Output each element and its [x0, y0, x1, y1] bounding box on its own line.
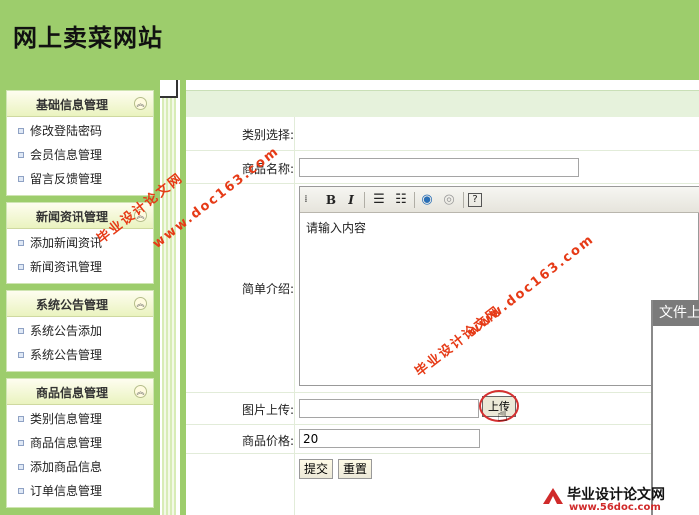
editor-content[interactable]: 请输入内容: [306, 219, 366, 236]
bullet-icon: [18, 240, 24, 246]
sidebar-item-label: 留言反馈管理: [30, 172, 103, 186]
sidebar-item-label: 商品信息管理: [30, 436, 103, 450]
frame-divider-pattern: [162, 96, 176, 515]
sidebar-item-label: 添加商品信息: [30, 460, 103, 474]
sidebar-item-label: 修改登陆密码: [30, 124, 103, 138]
sidebar-item-label: 系统公告添加: [30, 324, 103, 338]
bullet-icon: [18, 264, 24, 270]
unordered-list-icon[interactable]: ☷: [392, 191, 410, 209]
menu-group-header[interactable]: 商品信息管理 ︽: [7, 379, 153, 405]
sidebar-item-add-goods[interactable]: 添加商品信息: [7, 455, 153, 479]
footer-logo: 毕业设计论文网 www.56doc.com: [537, 480, 699, 515]
sidebar-item-members[interactable]: 会员信息管理: [7, 143, 153, 167]
menu-group-title: 基础信息管理: [35, 98, 108, 112]
bullet-icon: [18, 328, 24, 334]
bullet-icon: [18, 488, 24, 494]
file-panel-title: 文件上: [653, 300, 699, 326]
help-icon[interactable]: ?: [468, 193, 482, 207]
sidebar-item-label: 订单信息管理: [30, 484, 103, 498]
sidebar-item-add-news[interactable]: 添加新闻资讯: [7, 231, 153, 255]
menu-group-goods: 商品信息管理 ︽ 类别信息管理 商品信息管理 添加商品信息 订单信息管理: [6, 378, 154, 508]
sidebar-item-label: 会员信息管理: [30, 148, 103, 162]
bullet-icon: [18, 152, 24, 158]
sidebar-item-add-notice[interactable]: 系统公告添加: [7, 319, 153, 343]
form-row-image: 图片上传:: [186, 393, 699, 425]
bullet-icon: [18, 128, 24, 134]
footer-logo-text: 毕业设计论文网: [567, 487, 665, 503]
sidebar-item-label: 类别信息管理: [30, 412, 103, 426]
intro-label: 简单介绍:: [241, 282, 294, 296]
sidebar-item-label: 系统公告管理: [30, 348, 103, 362]
ordered-list-icon[interactable]: ☰: [370, 191, 388, 209]
form-row-price: 商品价格:: [186, 425, 699, 454]
submit-button[interactable]: 提交: [299, 459, 333, 479]
menu-group-title: 商品信息管理: [35, 386, 108, 400]
price-label: 商品价格:: [241, 434, 294, 448]
link-icon[interactable]: ◉: [418, 191, 436, 209]
menu-group-header[interactable]: 基础信息管理 ︽: [7, 91, 153, 117]
hand-cursor-icon: ☝: [497, 405, 508, 426]
price-input[interactable]: [299, 429, 480, 448]
image-path-input[interactable]: [299, 399, 479, 418]
sidebar-item-categories[interactable]: 类别信息管理: [7, 407, 153, 431]
toolbar-grip-icon: ⁞: [304, 194, 308, 205]
reset-button[interactable]: 重置: [338, 459, 372, 479]
logo-mark-icon: [543, 488, 563, 504]
bullet-icon: [18, 352, 24, 358]
sidebar-item-label: 添加新闻资讯: [30, 236, 103, 250]
category-label: 类别选择:: [241, 128, 294, 142]
menu-group-header[interactable]: 系统公告管理 ︽: [7, 291, 153, 317]
sidebar-item-goods[interactable]: 商品信息管理: [7, 431, 153, 455]
site-title: 网上卖菜网站: [13, 23, 163, 52]
footer-logo-url: www.56doc.com: [569, 502, 661, 513]
sidebar-item-manage-notice[interactable]: 系统公告管理: [7, 343, 153, 367]
italic-icon[interactable]: I: [342, 191, 360, 209]
toolbar-separator: [463, 192, 464, 208]
bullet-icon: [18, 176, 24, 182]
sidebar-item-feedback[interactable]: 留言反馈管理: [7, 167, 153, 191]
editor-toolbar: ⁞ B I ☰ ☷ ◉ ◎ ?: [300, 187, 699, 213]
form-row-category: 类别选择:: [186, 117, 699, 151]
collapse-icon[interactable]: ︽: [134, 297, 147, 310]
content-header-bar: [186, 90, 699, 117]
image-label: 图片上传:: [241, 403, 294, 417]
sidebar: 基础信息管理 ︽ 修改登陆密码 会员信息管理 留言反馈管理 新闻资讯管理 ︽ 添…: [0, 80, 160, 515]
sidebar-item-change-password[interactable]: 修改登陆密码: [7, 119, 153, 143]
sidebar-item-manage-news[interactable]: 新闻资讯管理: [7, 255, 153, 279]
unlink-icon[interactable]: ◎: [440, 191, 458, 209]
header-bar: 网上卖菜网站: [0, 0, 699, 80]
bold-icon[interactable]: B: [322, 191, 340, 209]
sidebar-item-label: 新闻资讯管理: [30, 260, 103, 274]
bullet-icon: [18, 464, 24, 470]
bullet-icon: [18, 416, 24, 422]
menu-group-basic: 基础信息管理 ︽ 修改登陆密码 会员信息管理 留言反馈管理: [6, 90, 154, 196]
menu-group-title: 系统公告管理: [35, 298, 108, 312]
frame-corner: [160, 80, 178, 98]
main-content: 类别选择: 商品名称: 简单介绍: ⁞ B I ☰ ☷ ◉ ◎ ? 请输入内容 …: [186, 80, 699, 515]
rich-text-editor[interactable]: ⁞ B I ☰ ☷ ◉ ◎ ? 请输入内容: [299, 186, 699, 386]
collapse-icon[interactable]: ︽: [134, 385, 147, 398]
toolbar-separator: [364, 192, 365, 208]
bullet-icon: [18, 440, 24, 446]
toolbar-separator: [414, 192, 415, 208]
menu-group-notice: 系统公告管理 ︽ 系统公告添加 系统公告管理: [6, 290, 154, 372]
sidebar-item-orders[interactable]: 订单信息管理: [7, 479, 153, 503]
collapse-icon[interactable]: ︽: [134, 97, 147, 110]
product-name-input[interactable]: [299, 158, 579, 177]
